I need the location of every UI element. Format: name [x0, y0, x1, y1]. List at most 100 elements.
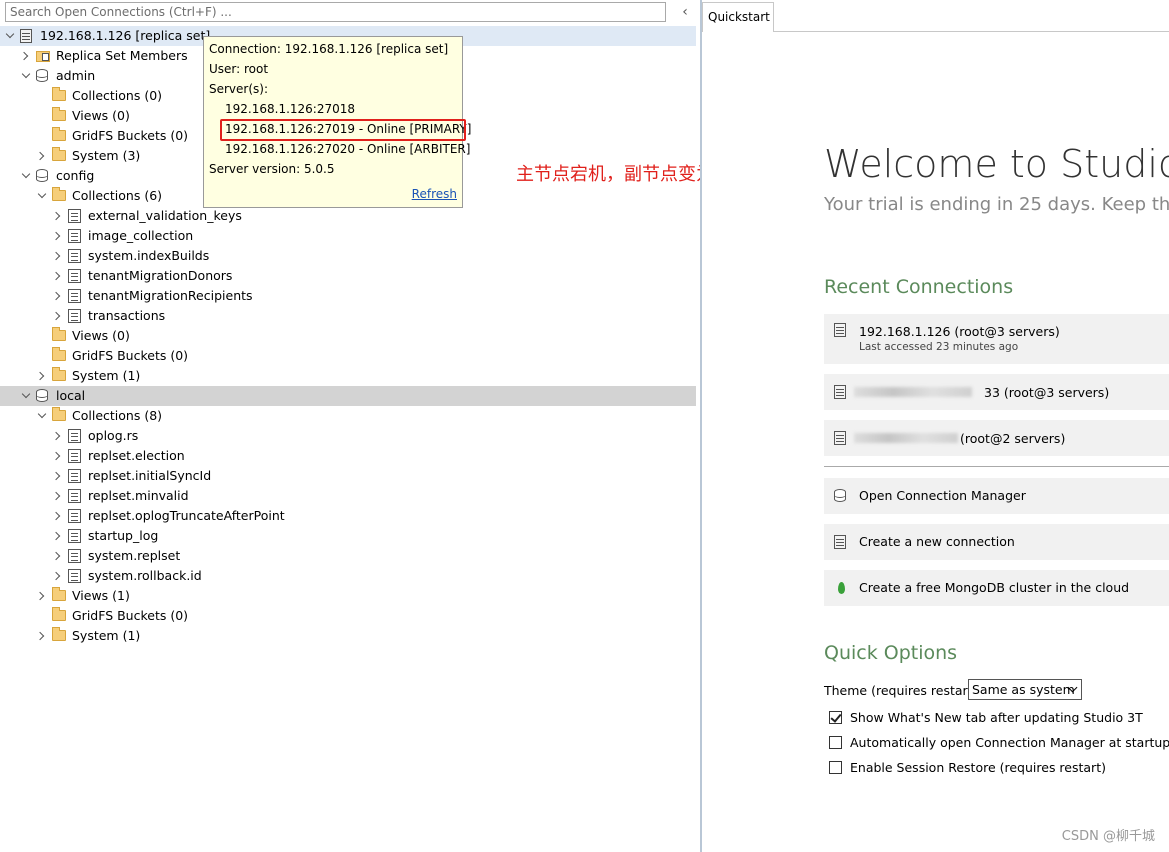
recent-connection-name: 192.168.1.126 (root@3 servers) [859, 324, 1060, 339]
tree-item-label: Collections (8) [72, 408, 163, 423]
tree-collection[interactable]: tenantMigrationRecipients [0, 286, 696, 306]
tree-collection[interactable]: image_collection [0, 226, 696, 246]
collection-icon [68, 569, 81, 583]
chevron-right-icon[interactable] [36, 146, 48, 166]
tree-item-label: Views (0) [72, 108, 130, 123]
tree-item-label: 192.168.1.126 [replica set] [40, 28, 211, 43]
search-input[interactable]: Search Open Connections (Ctrl+F) ... [5, 2, 666, 22]
server-icon [20, 29, 32, 43]
tab-quickstart[interactable]: Quickstart [702, 2, 774, 32]
redacted-host [854, 433, 958, 443]
tooltip-server: 192.168.1.126:27018 [225, 102, 356, 116]
connection-tooltip: Connection: 192.168.1.126 [replica set] … [203, 36, 471, 208]
recent-connection-item[interactable]: (root@2 servers) [824, 420, 1169, 456]
tree-item-label: system.indexBuilds [88, 248, 210, 263]
checkbox[interactable] [829, 761, 842, 774]
tree-collection[interactable]: replset.election [0, 446, 696, 466]
tree-item-label: System (3) [72, 148, 141, 163]
database-icon [36, 169, 48, 182]
tree-item-label: replset.election [88, 448, 185, 463]
chevron-down-icon[interactable] [36, 406, 48, 426]
tree-collection[interactable]: replset.initialSyncId [0, 466, 696, 486]
chevron-right-icon[interactable] [52, 506, 64, 526]
chevron-down-icon[interactable] [20, 386, 32, 406]
chevron-right-icon[interactable] [52, 286, 64, 306]
checkbox[interactable] [829, 711, 842, 724]
collection-icon [68, 429, 81, 443]
tree-collection[interactable]: system.rollback.id [0, 566, 696, 586]
chevron-right-icon[interactable] [52, 566, 64, 586]
tree-folder-views[interactable]: Views (1) [0, 586, 696, 606]
checkbox-label: Show What's New tab after updating Studi… [850, 710, 1143, 725]
tree-collection[interactable]: oplog.rs [0, 426, 696, 446]
tree-item-label: external_validation_keys [88, 208, 242, 223]
chevron-right-icon[interactable] [36, 586, 48, 606]
checkbox[interactable] [829, 736, 842, 749]
chevron-down-icon[interactable] [36, 186, 48, 206]
tree-db-local[interactable]: local [0, 386, 696, 406]
chevron-down-icon[interactable] [20, 66, 32, 86]
chevron-right-icon[interactable] [36, 626, 48, 646]
tree-collection[interactable]: external_validation_keys [0, 206, 696, 226]
tree-folder-views[interactable]: Views (0) [0, 326, 696, 346]
replica-set-icon [36, 51, 50, 62]
tree-item-label: GridFS Buckets (0) [72, 128, 189, 143]
tree-collection[interactable]: system.indexBuilds [0, 246, 696, 266]
tree-item-label: Views (1) [72, 588, 130, 603]
folder-icon [52, 407, 66, 421]
chevron-right-icon[interactable] [52, 266, 64, 286]
recent-connection-item[interactable]: 192.168.1.126 (root@3 servers) Last acce… [824, 314, 1169, 364]
chevron-right-icon[interactable] [52, 446, 64, 466]
new-connection-icon [834, 535, 846, 549]
chevron-right-icon[interactable] [52, 246, 64, 266]
free-cluster-button[interactable]: Create a free MongoDB cluster in the clo… [824, 570, 1169, 606]
folder-icon [52, 587, 66, 601]
recent-connection-name: (root@2 servers) [960, 431, 1066, 446]
chevron-right-icon[interactable] [52, 206, 64, 226]
collection-icon [68, 449, 81, 463]
tree-folder-gridfs[interactable]: GridFS Buckets (0) [0, 346, 696, 366]
refresh-link[interactable]: Refresh [412, 187, 457, 201]
tree-folder-system[interactable]: System (1) [0, 366, 696, 386]
trial-notice: Your trial is ending in 25 days. Keep th… [824, 194, 1169, 215]
chevron-down-icon[interactable] [4, 26, 16, 46]
tree-collection[interactable]: system.replset [0, 546, 696, 566]
recent-connection-item[interactable]: 33 (root@3 servers) [824, 374, 1169, 410]
chevron-right-icon[interactable] [52, 466, 64, 486]
quick-options-title: Quick Options [824, 642, 958, 664]
tree-folder-system[interactable]: System (1) [0, 626, 696, 646]
chevron-right-icon[interactable] [52, 426, 64, 446]
tree-item-label: config [56, 168, 95, 183]
tree-item-label: Replica Set Members [56, 48, 188, 63]
tree-collection[interactable]: replset.oplogTruncateAfterPoint [0, 506, 696, 526]
theme-select[interactable]: Same as system [968, 679, 1082, 700]
tree-folder-gridfs[interactable]: GridFS Buckets (0) [0, 606, 696, 626]
tree-item-label: GridFS Buckets (0) [72, 348, 189, 363]
tree-item-label: Views (0) [72, 328, 130, 343]
chevron-right-icon[interactable] [20, 46, 32, 66]
folder-icon [52, 607, 66, 621]
tree-collection[interactable]: startup_log [0, 526, 696, 546]
chevron-right-icon[interactable] [52, 306, 64, 326]
folder-icon [52, 147, 66, 161]
tree-folder-collections[interactable]: Collections (8) [0, 406, 696, 426]
open-connection-manager-button[interactable]: Open Connection Manager [824, 478, 1169, 514]
tree-item-label: system.replset [88, 548, 181, 563]
new-connection-button[interactable]: Create a new connection [824, 524, 1169, 560]
collection-icon [68, 509, 81, 523]
chevron-right-icon[interactable] [36, 366, 48, 386]
chevron-right-icon[interactable] [52, 486, 64, 506]
chevron-right-icon[interactable] [52, 526, 64, 546]
chevron-down-icon[interactable] [20, 166, 32, 186]
tree-item-label: replset.minvalid [88, 488, 189, 503]
chevron-right-icon[interactable] [52, 546, 64, 566]
tooltip-version: Server version: 5.0.5 [209, 162, 335, 176]
theme-label: Theme (requires restart): [824, 683, 982, 698]
welcome-title: Welcome to Studio 3T [824, 142, 1169, 186]
tree-collection[interactable]: replset.minvalid [0, 486, 696, 506]
tree-collection[interactable]: tenantMigrationDonors [0, 266, 696, 286]
collapse-panel-icon[interactable]: ‹ [678, 4, 692, 20]
chevron-right-icon[interactable] [52, 226, 64, 246]
tree-item-label: admin [56, 68, 96, 83]
tree-collection[interactable]: transactions [0, 306, 696, 326]
